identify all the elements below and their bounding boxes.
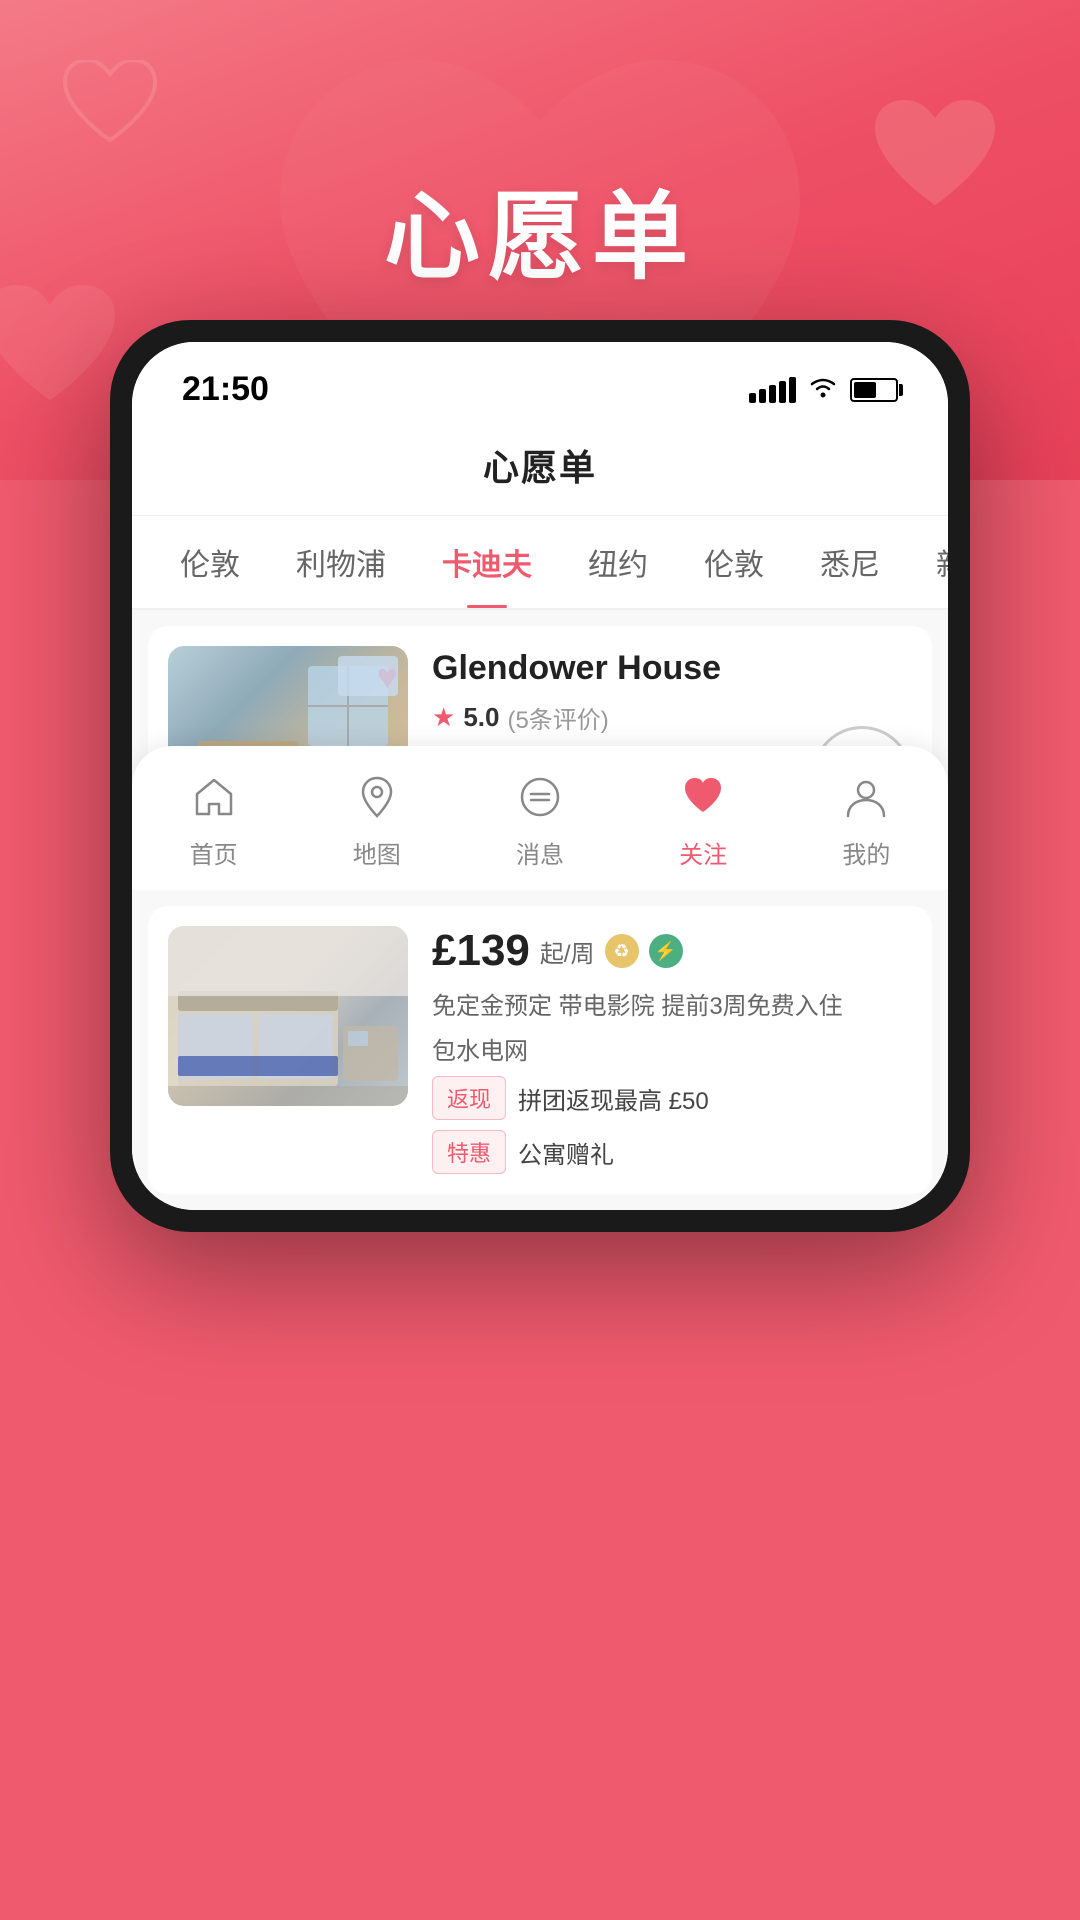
tab-newyork[interactable]: 纽约 xyxy=(560,516,676,608)
home-icon xyxy=(191,774,237,827)
signal-bars-icon xyxy=(749,377,796,403)
nav-item-messages[interactable]: 消息 xyxy=(516,774,564,870)
price-3: £139 xyxy=(432,926,530,976)
signal-bar-5 xyxy=(789,377,796,403)
special-text-3: 公寓赠礼 xyxy=(518,1135,614,1170)
nav-item-profile[interactable]: 我的 xyxy=(842,774,890,870)
battery-fill xyxy=(854,382,876,398)
nav-label-messages: 消息 xyxy=(516,835,564,870)
special-badge-3: 特惠 xyxy=(432,1130,506,1174)
cashback-text-3: 拼团返现最高 £50 xyxy=(518,1081,709,1116)
tab-london2[interactable]: 伦敦 xyxy=(676,516,792,608)
cashback-badge-3: 返现 xyxy=(432,1076,506,1120)
tab-cardiff[interactable]: 卡迪夫 xyxy=(414,516,560,608)
person-icon xyxy=(843,774,889,827)
phone-screen: 21:50 xyxy=(132,342,948,1210)
rating-count-1: (5条评价) xyxy=(507,700,608,735)
map-icon xyxy=(354,774,400,827)
battery-icon xyxy=(850,378,898,402)
message-icon xyxy=(517,774,563,827)
heart-button-1[interactable]: ♥ xyxy=(377,656,398,698)
tab-sydney[interactable]: 悉尼 xyxy=(792,516,908,608)
bottom-nav-wrapper: 首页 地图 xyxy=(132,746,948,1210)
phone-mockup: 21:50 xyxy=(110,320,970,1232)
signal-bar-1 xyxy=(749,393,756,403)
signal-bar-2 xyxy=(759,389,766,403)
listing-name-1: Glendower House xyxy=(432,646,912,690)
nav-item-map[interactable]: 地图 xyxy=(353,774,401,870)
wifi-icon xyxy=(808,374,838,406)
amenities-3b: 包水电网 xyxy=(432,1031,912,1066)
heart-decoration-top-left xyxy=(60,60,160,155)
phone-frame: 21:50 xyxy=(110,320,970,1232)
nav-label-map: 地图 xyxy=(353,835,401,870)
nav-item-favorites[interactable]: 关注 xyxy=(679,774,727,870)
price-unit-3: 起/周 xyxy=(540,934,595,969)
flash-icon-3: ⚡ xyxy=(649,934,683,968)
nav-item-home[interactable]: 首页 xyxy=(190,774,238,870)
app-header: 心愿单 xyxy=(132,419,948,516)
tab-london1[interactable]: 伦敦 xyxy=(152,516,268,608)
hero-title: 心愿单 xyxy=(384,159,696,298)
bottom-nav: 首页 地图 xyxy=(132,746,948,890)
status-time: 21:50 xyxy=(182,370,269,409)
heart-decoration-top-right xyxy=(870,100,1000,225)
eco-icon-3: ♻ xyxy=(605,934,639,968)
rating-score-1: 5.0 xyxy=(463,702,499,733)
star-icon-1: ★ xyxy=(432,702,455,733)
heart-decoration-left xyxy=(0,285,120,420)
cashback-row-3: 返现 拼团返现最高 £50 xyxy=(432,1076,912,1120)
category-tabs[interactable]: 伦敦 利物浦 卡迪夫 纽约 伦敦 悉尼 新加坡 xyxy=(132,516,948,610)
listing-card-3[interactable]: £139 起/周 ♻ ⚡ 免定金预定 带电影院 提前3周免费入住 包水电网 返现… xyxy=(148,906,932,1194)
tab-singapore[interactable]: 新加坡 xyxy=(908,516,948,608)
nav-label-favorites: 关注 xyxy=(679,835,727,870)
listing-info-3: £139 起/周 ♻ ⚡ 免定金预定 带电影院 提前3周免费入住 包水电网 返现… xyxy=(432,926,912,1174)
special-row-3: 特惠 公寓赠礼 xyxy=(432,1130,912,1174)
partial-listing-area: £139 起/周 ♻ ⚡ 免定金预定 带电影院 提前3周免费入住 包水电网 返现… xyxy=(132,890,948,1210)
app-title: 心愿单 xyxy=(132,439,948,491)
tab-liverpool[interactable]: 利物浦 xyxy=(268,516,414,608)
listing-image-3 xyxy=(168,926,408,1106)
nav-label-home: 首页 xyxy=(190,835,238,870)
status-bar: 21:50 xyxy=(132,342,948,419)
heart-nav-icon xyxy=(680,774,726,827)
signal-bar-4 xyxy=(779,381,786,403)
status-icons xyxy=(749,374,898,406)
background-bottom xyxy=(0,1540,1080,1920)
nav-label-profile: 我的 xyxy=(842,835,890,870)
amenities-3a: 免定金预定 带电影院 提前3周免费入住 xyxy=(432,986,912,1021)
price-row-3: £139 起/周 ♻ ⚡ xyxy=(432,926,912,976)
signal-bar-3 xyxy=(769,385,776,403)
